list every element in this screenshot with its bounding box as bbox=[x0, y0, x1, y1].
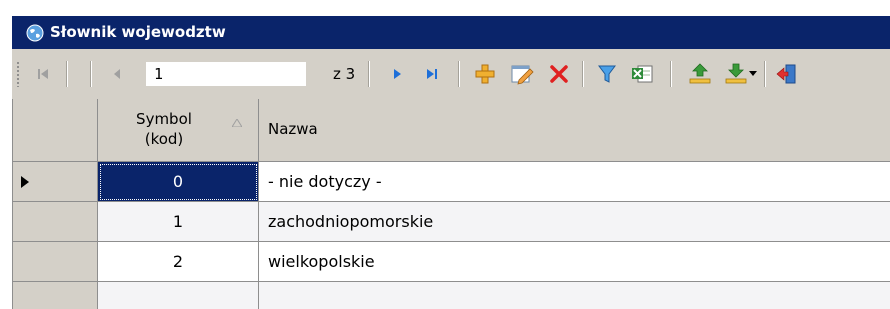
last-record-icon bbox=[427, 69, 437, 79]
window-title: Słownik wojewodztw bbox=[50, 23, 226, 41]
import-icon bbox=[725, 63, 747, 84]
first-record-button[interactable] bbox=[30, 61, 56, 87]
next-record-icon bbox=[394, 69, 401, 79]
chevron-down-icon[interactable] bbox=[749, 71, 757, 77]
toolbar-grip[interactable] bbox=[16, 61, 20, 87]
column-header-name-label: Nazwa bbox=[268, 120, 318, 138]
exit-icon bbox=[776, 64, 796, 84]
position-input[interactable]: 1 bbox=[146, 62, 306, 86]
table-cell-symbol[interactable]: 0 bbox=[98, 162, 259, 202]
globe-icon bbox=[26, 24, 44, 42]
row-header[interactable] bbox=[13, 242, 98, 282]
row-header[interactable] bbox=[13, 202, 98, 242]
first-record-icon bbox=[38, 69, 48, 79]
toolbar-separator bbox=[90, 61, 92, 87]
last-record-button[interactable] bbox=[418, 61, 446, 87]
table-cell-symbol[interactable]: 1 bbox=[98, 202, 259, 242]
column-header-symbol[interactable]: Symbol (kod) bbox=[98, 99, 259, 162]
export-button[interactable] bbox=[684, 61, 716, 87]
export-icon bbox=[689, 63, 711, 84]
previous-record-icon bbox=[114, 69, 120, 79]
delete-icon bbox=[550, 65, 568, 83]
excel-export-button[interactable] bbox=[626, 61, 658, 87]
title-bar: Słownik wojewodztw bbox=[12, 16, 890, 49]
data-grid: Symbol (kod) Nazwa 0 - nie dotyczy - 1 z… bbox=[12, 99, 890, 309]
column-header-name[interactable]: Nazwa bbox=[259, 99, 890, 162]
toolbar-separator bbox=[458, 61, 460, 87]
toolbar-separator bbox=[368, 61, 370, 87]
add-icon bbox=[475, 64, 495, 84]
edit-icon bbox=[511, 65, 534, 85]
toolbar-separator bbox=[670, 61, 672, 87]
toolbar-separator bbox=[582, 61, 584, 87]
table-cell-name[interactable] bbox=[259, 282, 890, 309]
filter-button[interactable] bbox=[592, 61, 622, 87]
sort-ascending-icon bbox=[232, 119, 242, 127]
table-cell-symbol[interactable] bbox=[98, 282, 259, 309]
grid-corner-header bbox=[13, 99, 98, 162]
row-header[interactable] bbox=[13, 162, 98, 202]
next-record-button[interactable] bbox=[384, 61, 410, 87]
toolbar-separator bbox=[764, 61, 766, 87]
dictionary-window: Słownik wojewodztw 1 z 3 Symbol (kod) Na… bbox=[0, 0, 890, 309]
table-cell-name[interactable]: wielkopolskie bbox=[259, 242, 890, 282]
toolbar-separator bbox=[66, 61, 68, 87]
excel-export-icon bbox=[632, 65, 653, 83]
previous-record-button[interactable] bbox=[104, 61, 130, 87]
record-count-label: z 3 bbox=[333, 65, 356, 83]
current-row-indicator-icon bbox=[21, 176, 29, 188]
toolbar: 1 z 3 bbox=[12, 49, 890, 99]
column-header-symbol-label: Symbol (kod) bbox=[136, 110, 192, 148]
table-cell-name[interactable]: zachodniopomorskie bbox=[259, 202, 890, 242]
exit-button[interactable] bbox=[772, 61, 802, 87]
table-cell-name[interactable]: - nie dotyczy - bbox=[259, 162, 890, 202]
row-header[interactable] bbox=[13, 282, 98, 309]
filter-icon bbox=[598, 65, 616, 83]
delete-button[interactable] bbox=[544, 61, 574, 87]
table-cell-symbol[interactable]: 2 bbox=[98, 242, 259, 282]
add-button[interactable] bbox=[470, 61, 500, 87]
import-button[interactable] bbox=[718, 61, 762, 87]
edit-button[interactable] bbox=[506, 61, 538, 87]
